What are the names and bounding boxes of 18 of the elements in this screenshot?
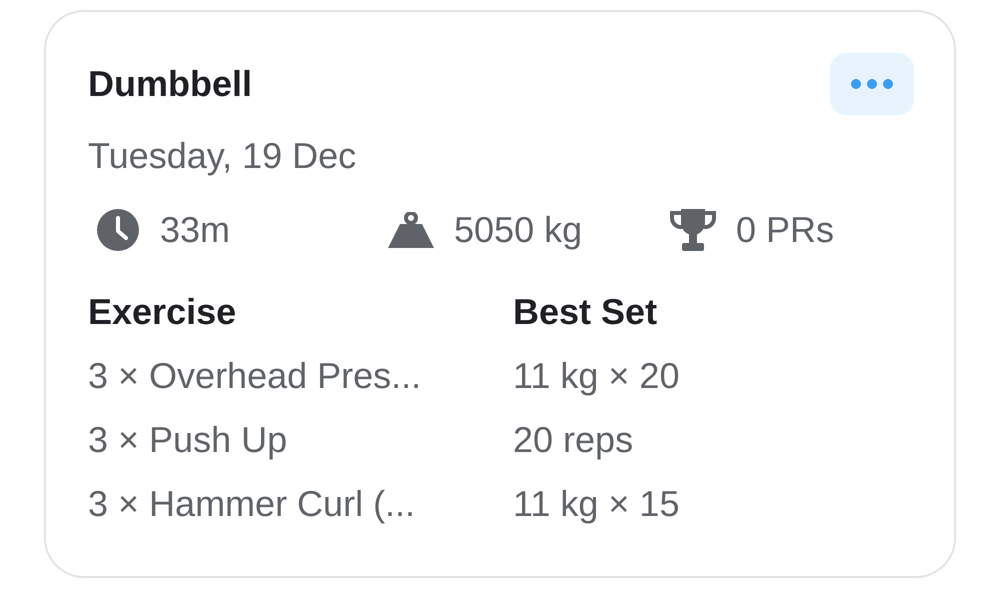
table-cell-text: 11 kg × 15 — [513, 482, 680, 526]
workout-title: Dumbbell — [88, 63, 252, 105]
stat-value: 33m — [160, 209, 230, 251]
table-cell-text: 11 kg × 20 — [513, 354, 680, 398]
clock-icon — [96, 208, 140, 252]
column-header: Best Set — [513, 290, 658, 334]
more-button[interactable] — [830, 53, 914, 115]
trophy-icon — [670, 209, 716, 251]
workout-date: Tuesday, 19 Dec — [88, 134, 358, 178]
table-cell-text: 3 × Hammer Curl (... — [88, 482, 416, 526]
table-cell-text: 3 × Push Up — [88, 418, 288, 462]
stat-value: 5050 kg — [454, 209, 582, 251]
column-header: Exercise — [88, 290, 238, 334]
table-cell-text: 20 reps — [513, 418, 634, 462]
more-icon — [850, 78, 894, 90]
table-cell-text: 3 × Overhead Pres... — [88, 354, 422, 398]
weight-icon — [388, 212, 434, 248]
stat-value: 0 PRs — [736, 209, 834, 251]
